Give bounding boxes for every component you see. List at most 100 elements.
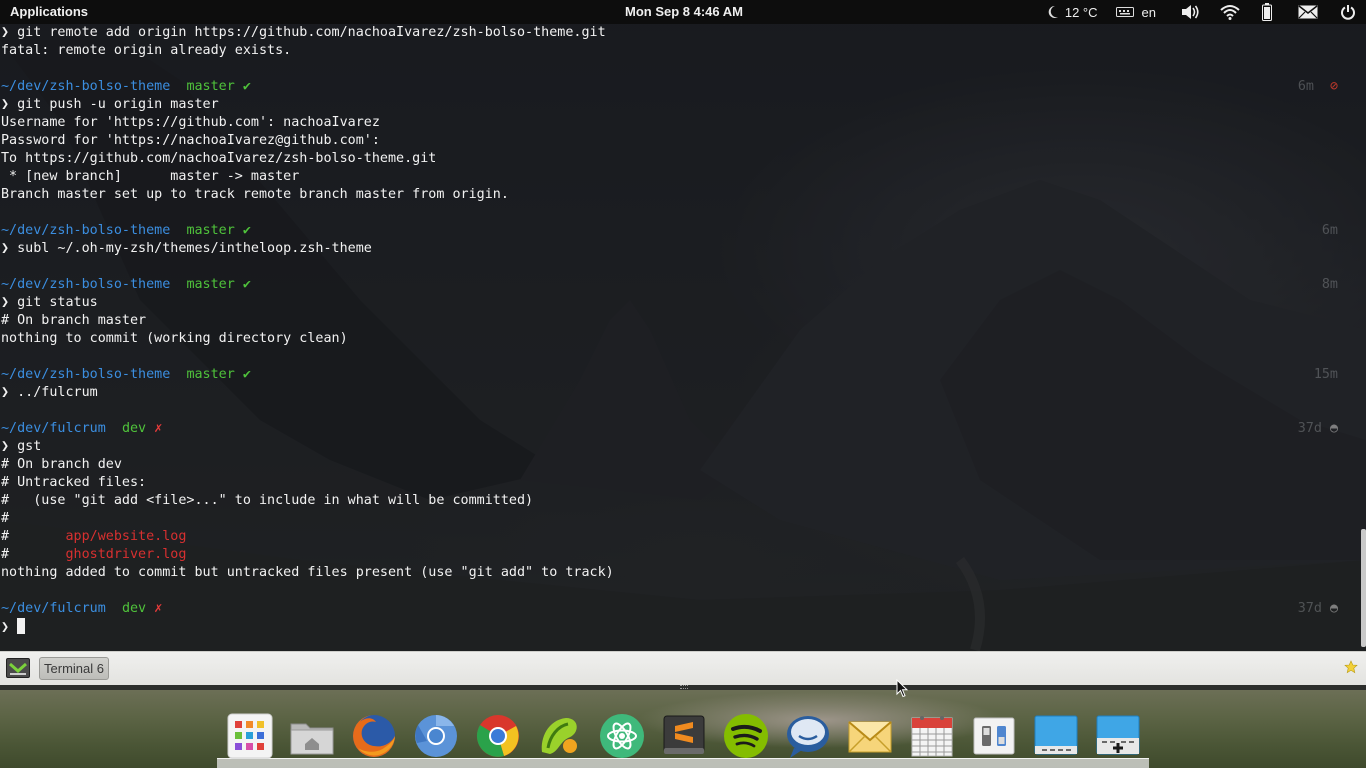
prompt-cwd: ~/dev/zsh-bolso-theme <box>1 277 171 292</box>
terminal-text: ❯ <box>1 620 18 635</box>
battery-icon <box>1262 3 1272 21</box>
terminal-text: # <box>1 511 10 526</box>
elapsed-time-text: 37d <box>1297 421 1322 436</box>
terminal-text: To https://github.com/nachoaIvarez/zsh-b… <box>1 151 437 166</box>
battery-indicator[interactable] <box>1254 0 1290 24</box>
notification-star-icon[interactable] <box>1344 659 1358 678</box>
indicator-area: 12 °C en <box>1039 0 1366 24</box>
terminal-line: ~/dev/zsh-bolso-theme master ✔ 6m <box>0 222 1366 240</box>
terminal-text: # Untracked files: <box>1 475 147 490</box>
prompt-elapsed-time: 37d ◓ <box>1298 420 1338 438</box>
terminal-line: ❯ git push -u origin master <box>0 96 1366 114</box>
add-workspace-icon[interactable] <box>1094 712 1142 760</box>
prompt-cwd: ~/dev/zsh-bolso-theme <box>1 223 171 238</box>
weather-indicator[interactable]: 12 °C <box>1039 0 1108 24</box>
terminal-scrollbar[interactable] <box>1361 529 1366 647</box>
spotify-icon[interactable] <box>722 712 770 760</box>
mail-icon[interactable] <box>846 712 894 760</box>
show-desktop-icon <box>9 662 27 675</box>
taskbar-window-terminal[interactable]: Terminal 6 <box>39 657 109 680</box>
keyboard-indicator[interactable]: en <box>1108 0 1172 24</box>
terminal-line: To https://github.com/nachoaIvarez/zsh-b… <box>0 150 1366 168</box>
terminal-line: ❯ <box>0 618 1366 636</box>
terminal-text: ❯ ../fulcrum <box>1 385 98 400</box>
terminal-line: # On branch master <box>0 312 1366 330</box>
weather-night-icon <box>1047 5 1059 19</box>
sublime-text-icon[interactable] <box>660 712 708 760</box>
prompt-clean-mark: ✔ <box>242 277 251 292</box>
prompt-elapsed-time: 6m <box>1322 222 1338 240</box>
session-indicator[interactable] <box>1332 0 1366 24</box>
terminal-line: ❯ git remote add origin https://github.c… <box>0 24 1366 42</box>
atom-icon[interactable] <box>598 712 646 760</box>
applications-menu[interactable]: Applications <box>10 4 88 19</box>
app-grid-launcher-icon[interactable] <box>226 712 274 760</box>
prompt-branch: master <box>186 79 235 94</box>
terminal-window[interactable]: ❯ git remote add origin https://github.c… <box>0 24 1366 651</box>
prompt-cwd: ~/dev/fulcrum <box>1 421 106 436</box>
prompt-elapsed-time: 15m <box>1314 366 1338 384</box>
prompt-error-mark-icon: ⊘ <box>1329 79 1338 94</box>
terminal-line: Branch master set up to track remote bra… <box>0 186 1366 204</box>
elapsed-time-text: 6m <box>1321 223 1338 238</box>
terminal-text: Password for 'https://nachoaIvarez@githu… <box>1 133 380 148</box>
terminal-text: ❯ gst <box>1 439 42 454</box>
terminal-line: ~/dev/zsh-bolso-theme master ✔ 15m <box>0 366 1366 384</box>
terminal-text: fatal: remote origin already exists. <box>1 43 292 58</box>
files-home-icon[interactable] <box>288 712 336 760</box>
chrome-icon[interactable] <box>474 712 522 760</box>
chat-icon[interactable] <box>784 712 832 760</box>
messaging-indicator[interactable] <box>1290 0 1332 24</box>
power-icon <box>1340 4 1356 20</box>
terminal-line: ~/dev/zsh-bolso-theme master ✔ 8m <box>0 276 1366 294</box>
terminal-output[interactable]: ❯ git remote add origin https://github.c… <box>0 24 1366 636</box>
prompt-dirty-mark: ✗ <box>154 601 163 616</box>
terminal-text: nothing to commit (working directory cle… <box>1 331 348 346</box>
volume-icon <box>1180 4 1200 20</box>
network-indicator[interactable] <box>1212 0 1254 24</box>
workspace-icon[interactable] <box>1032 712 1080 760</box>
terminal-line: ❯ git status <box>0 294 1366 312</box>
prompt-branch: dev <box>121 601 147 616</box>
elapsed-time-text: 15m <box>1313 367 1338 382</box>
terminal-text: ❯ git remote add origin https://github.c… <box>1 25 606 40</box>
terminal-line: ~/dev/fulcrum dev ✗ 37d ◓ <box>0 600 1366 618</box>
terminal-line: ❯ subl ~/.oh-my-zsh/themes/intheloop.zsh… <box>0 240 1366 258</box>
firefox-icon[interactable] <box>350 712 398 760</box>
terminal-line: * [new branch] master -> master <box>0 168 1366 186</box>
clock[interactable]: Mon Sep 8 4:46 AM <box>625 4 743 19</box>
terminal-text: ❯ git push -u origin master <box>1 97 219 112</box>
calendar-icon[interactable] <box>908 712 956 760</box>
keyboard-layout-label: en <box>1141 4 1156 20</box>
terminal-line: Username for 'https://github.com': nacho… <box>0 114 1366 132</box>
prompt-branch: dev <box>121 421 147 436</box>
terminal-line: nothing to commit (working directory cle… <box>0 330 1366 348</box>
prompt-status-mark-icon: ◓ <box>1329 601 1338 616</box>
volume-indicator[interactable] <box>1172 0 1212 24</box>
terminal-line: Password for 'https://nachoaIvarez@githu… <box>0 132 1366 150</box>
show-desktop-button[interactable] <box>6 658 30 678</box>
dock-resize-handle[interactable] <box>680 685 688 689</box>
terminal-line: # Untracked files: <box>0 474 1366 492</box>
prompt-elapsed-time: 6m ⊘ <box>1298 78 1338 96</box>
prompt-cwd: ~/dev/fulcrum <box>1 601 106 616</box>
prompt-dirty-mark: ✗ <box>154 421 163 436</box>
phpstorm-icon[interactable] <box>536 712 584 760</box>
settings-toggle-icon[interactable] <box>970 712 1018 760</box>
terminal-text: # (use "git add <file>..." to include in… <box>1 493 534 508</box>
terminal-line: # app/website.log <box>0 528 1366 546</box>
prompt-cwd: ~/dev/zsh-bolso-theme <box>1 79 171 94</box>
chromium-icon[interactable] <box>412 712 460 760</box>
terminal-cursor <box>17 618 26 634</box>
terminal-line: fatal: remote origin already exists. <box>0 42 1366 60</box>
terminal-text: # On branch dev <box>1 457 122 472</box>
mouse-pointer-icon <box>896 678 909 702</box>
